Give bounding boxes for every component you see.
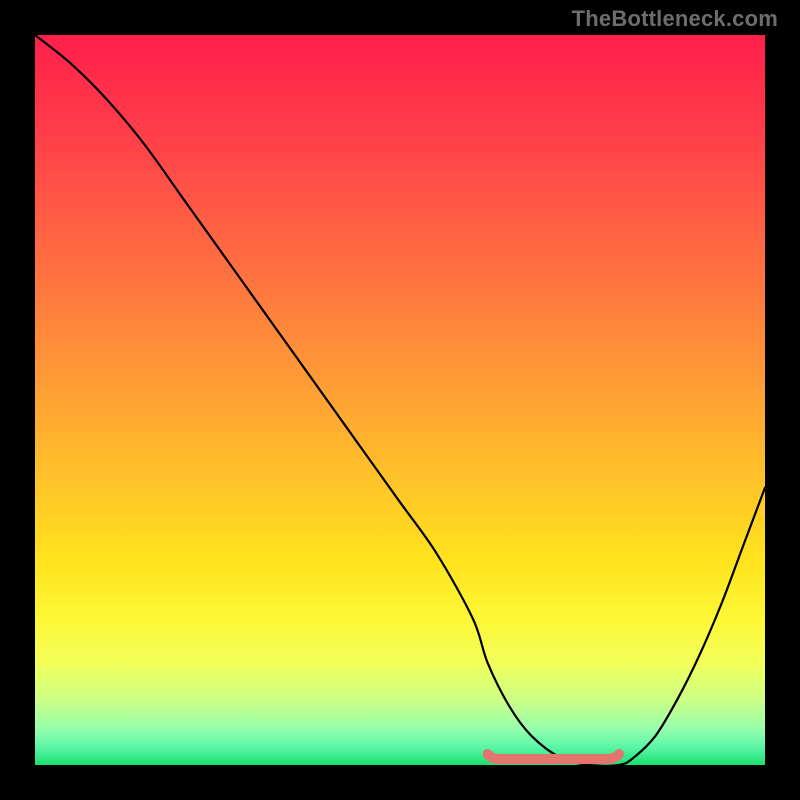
plot-area [35,35,765,765]
chart-svg [35,35,765,765]
optimal-band-marker [488,754,619,759]
watermark-text: TheBottleneck.com [572,6,778,32]
chart-frame: TheBottleneck.com [0,0,800,800]
